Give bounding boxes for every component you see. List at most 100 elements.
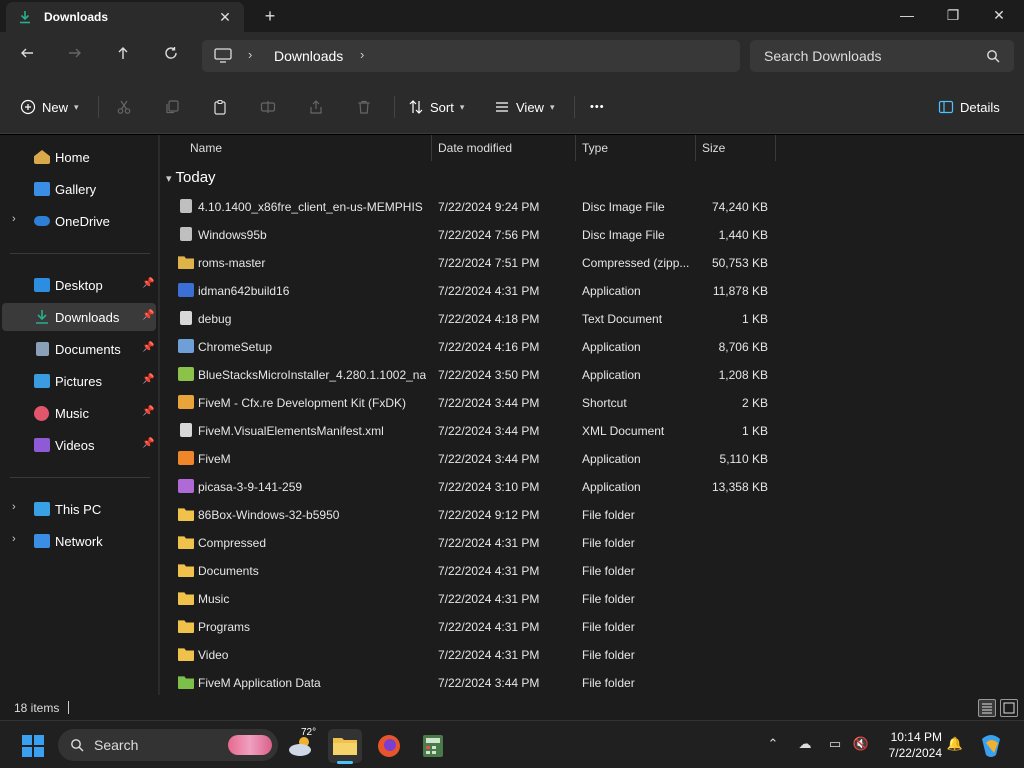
table-row[interactable]: Documents 7/22/2024 4:31 PM File folder xyxy=(168,557,778,585)
app-icon xyxy=(178,339,194,353)
volume-muted-icon[interactable]: 🔇 xyxy=(852,735,870,753)
table-row[interactable]: Video 7/22/2024 4:31 PM File folder xyxy=(168,641,778,669)
sidebar-divider xyxy=(10,477,150,478)
chevron-right-icon[interactable]: › xyxy=(12,533,16,545)
share-button[interactable] xyxy=(308,96,324,118)
table-row[interactable]: FiveM Application Data 7/22/2024 3:44 PM F… xyxy=(168,669,778,697)
details-view-button[interactable] xyxy=(978,699,996,717)
search-input[interactable]: Search Downloads xyxy=(764,48,882,64)
sidebar-item-desktop[interactable]: Desktop 📌 xyxy=(2,271,156,299)
new-button[interactable]: New ▾ xyxy=(20,96,79,118)
table-row[interactable]: Compressed 7/22/2024 4:31 PM File folder xyxy=(168,529,778,557)
table-row[interactable]: 86Box-Windows-32-b5950 7/22/2024 9:12 PM F… xyxy=(168,501,778,529)
table-row[interactable]: ChromeSetup 7/22/2024 4:16 PM Application 8… xyxy=(168,333,778,361)
table-row[interactable]: FiveM.VisualElementsManifest.xml 7/22/202… xyxy=(168,417,778,445)
chevron-right-icon[interactable]: › xyxy=(360,47,364,62)
sidebar-item-pictures[interactable]: Pictures 📌 xyxy=(2,367,156,395)
forward-button[interactable] xyxy=(62,44,88,68)
taskbar-file-explorer[interactable] xyxy=(328,729,362,764)
tab-downloads[interactable]: Downloads ✕ xyxy=(6,2,244,32)
taskbar-app[interactable] xyxy=(416,729,450,763)
onedrive-offline-icon[interactable]: ☁ xyxy=(796,735,814,753)
system-clock[interactable]: 10:14 PM 7/22/2024 xyxy=(872,729,942,761)
file-type: Compressed (zipp... xyxy=(582,256,690,270)
rename-button[interactable] xyxy=(260,96,276,118)
pin-icon[interactable]: 📌 xyxy=(142,310,154,321)
back-button[interactable] xyxy=(14,44,40,68)
disc-image-icon xyxy=(180,227,192,241)
pin-icon[interactable]: 📌 xyxy=(142,278,154,289)
table-row[interactable]: picasa-3-9-141-259 7/22/2024 3:10 PM Appli… xyxy=(168,473,778,501)
new-tab-button[interactable]: + xyxy=(260,6,280,26)
paste-button[interactable] xyxy=(212,96,228,118)
column-header-type[interactable]: Type xyxy=(576,135,696,161)
maximize-button[interactable]: ❐ xyxy=(930,0,976,30)
search-box[interactable]: Search Downloads xyxy=(750,40,1014,72)
cut-button[interactable] xyxy=(116,96,132,118)
address-path[interactable]: Downloads xyxy=(274,48,343,64)
sidebar-item-label: Videos xyxy=(55,438,95,453)
column-header-size[interactable]: Size xyxy=(696,135,776,161)
sidebar-item-gallery[interactable]: Gallery xyxy=(2,175,156,203)
view-button[interactable]: View ▾ xyxy=(494,96,554,118)
sidebar-item-label: Downloads xyxy=(55,310,120,325)
more-options-button[interactable]: ••• xyxy=(590,96,605,118)
table-row[interactable]: debug 7/22/2024 4:18 PM Text Document 1 KB xyxy=(168,305,778,333)
table-row[interactable]: FiveM - Cfx.re Development Kit (FxDK) 7/2… xyxy=(168,389,778,417)
file-type: Text Document xyxy=(582,312,663,326)
column-header-date-modified[interactable]: Date modified xyxy=(432,135,576,161)
sidebar-item-music[interactable]: Music 📌 xyxy=(2,399,156,427)
sidebar-item-home[interactable]: Home xyxy=(2,143,156,171)
copilot-button[interactable] xyxy=(976,729,1006,763)
table-row[interactable]: Windows95b 7/22/2024 7:56 PM Disc Image Fi… xyxy=(168,221,778,249)
large-icons-view-button[interactable] xyxy=(1000,699,1018,717)
table-row[interactable]: Music 7/22/2024 4:31 PM File folder xyxy=(168,585,778,613)
copy-button[interactable] xyxy=(164,96,180,118)
weather-widget[interactable]: 72° xyxy=(284,727,318,763)
sidebar-item-network[interactable]: › Network xyxy=(2,527,156,555)
music-icon xyxy=(34,406,49,421)
sidebar-item-this-pc[interactable]: › This PC xyxy=(2,495,156,523)
table-row[interactable]: idman642build16 7/22/2024 4:31 PM Applicat… xyxy=(168,277,778,305)
taskbar: Search 72° ⌃ ☁ ▭ 🔇 10:14 PM 7/22/2024 🔔 xyxy=(0,720,1024,768)
file-name: FiveM.VisualElementsManifest.xml xyxy=(198,424,384,438)
group-header-today[interactable]: ▾ Today xyxy=(166,169,216,186)
sidebar-item-videos[interactable]: Videos 📌 xyxy=(2,431,156,459)
sidebar-item-onedrive[interactable]: › OneDrive xyxy=(2,207,156,235)
table-row[interactable]: Programs 7/22/2024 4:31 PM File folder xyxy=(168,613,778,641)
taskbar-search[interactable]: Search xyxy=(58,729,278,761)
refresh-button[interactable] xyxy=(158,44,184,68)
notification-bell-icon[interactable]: 🔔 xyxy=(946,735,964,753)
sidebar-item-documents[interactable]: Documents 📌 xyxy=(2,335,156,363)
pin-icon[interactable]: 📌 xyxy=(142,342,154,353)
table-row[interactable]: roms-master 7/22/2024 7:51 PM Compressed (… xyxy=(168,249,778,277)
sidebar-item-label: Home xyxy=(55,150,90,165)
up-button[interactable] xyxy=(110,44,136,68)
start-button[interactable] xyxy=(16,729,50,763)
sidebar-item-label: This PC xyxy=(55,502,102,517)
taskbar-firefox[interactable] xyxy=(372,729,406,763)
pin-icon[interactable]: 📌 xyxy=(142,406,154,417)
minimize-button[interactable]: — xyxy=(884,0,930,30)
chevron-right-icon[interactable]: › xyxy=(248,47,252,62)
file-name: BlueStacksMicroInstaller_4.280.1.1002_na… xyxy=(198,368,426,382)
table-row[interactable]: FiveM 7/22/2024 3:44 PM Application 5,110 K… xyxy=(168,445,778,473)
close-window-button[interactable]: ✕ xyxy=(976,0,1022,30)
delete-button[interactable] xyxy=(356,96,372,118)
sort-button[interactable]: Sort ▾ xyxy=(408,96,464,118)
chevron-right-icon[interactable]: › xyxy=(12,501,16,513)
table-row[interactable]: BlueStacksMicroInstaller_4.280.1.1002_na… xyxy=(168,361,778,389)
pin-icon[interactable]: 📌 xyxy=(142,438,154,449)
column-header-name[interactable]: Name xyxy=(184,135,432,161)
sidebar-item-label: OneDrive xyxy=(55,214,110,229)
show-hidden-icons-chevron-up-icon[interactable]: ⌃ xyxy=(764,735,782,753)
details-pane-button[interactable]: Details xyxy=(938,96,1000,118)
pin-icon[interactable]: 📌 xyxy=(142,374,154,385)
close-tab-button[interactable]: ✕ xyxy=(216,8,234,26)
chevron-right-icon[interactable]: › xyxy=(12,213,16,225)
file-size: 8,706 KB xyxy=(718,340,768,354)
table-row[interactable]: 4.10.1400_x86fre_client_en-us-MEMPHIS 7/2… xyxy=(168,193,778,221)
address-bar[interactable]: › Downloads › xyxy=(202,40,740,72)
display-icon[interactable]: ▭ xyxy=(826,735,844,753)
sidebar-item-downloads[interactable]: Downloads 📌 xyxy=(2,303,156,331)
